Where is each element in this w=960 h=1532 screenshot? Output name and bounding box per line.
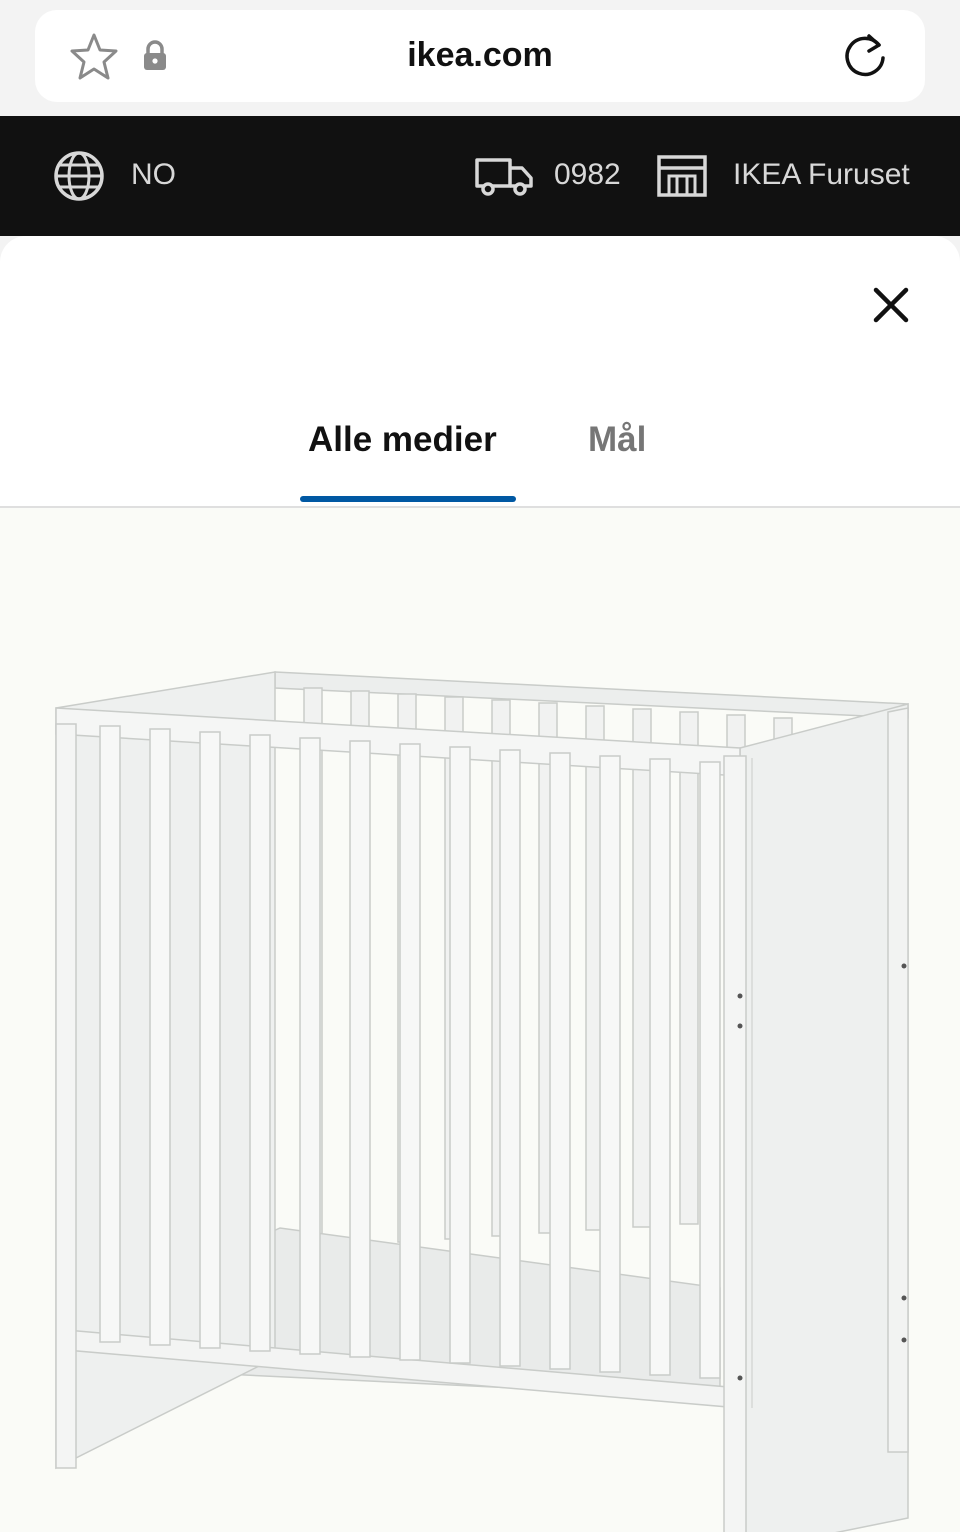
crib-front-slat [249,734,271,1352]
crib-front-slat [699,761,721,1379]
crib-back-slat [632,708,652,1228]
tab-all-media[interactable]: Alle medier [308,420,497,460]
crib-front-slat [449,746,471,1364]
language-selector[interactable]: NO [131,158,176,192]
crib-front-slat [399,743,421,1361]
crib-front-slat [499,749,521,1367]
store-header-bar: NO 0982 IKEA Furuset [0,116,960,236]
tab-dimensions[interactable]: Mål [588,420,646,460]
browser-address-bar: ikea.com [0,0,960,116]
url-field[interactable]: ikea.com [35,10,925,102]
active-tab-indicator [300,496,516,502]
media-modal: Alle medier Mål [0,236,960,1532]
crib-front-slat [199,731,221,1349]
store-selector[interactable]: IKEA Furuset [733,158,910,192]
crib-front-slat [99,725,121,1343]
globe-icon[interactable] [53,150,105,202]
truck-icon[interactable] [474,154,534,198]
product-image-crib [55,671,909,1532]
crib-front-slat [649,758,671,1376]
store-icon[interactable] [656,154,708,198]
delivery-postcode[interactable]: 0982 [554,158,621,192]
crib-front-slat [349,740,371,1358]
product-image-area [0,508,960,1532]
crib-front-slat [599,755,621,1373]
crib-front-slat [299,737,321,1355]
close-icon[interactable] [866,280,916,330]
crib-front-slat [149,728,171,1346]
crib-back-slat [679,711,699,1225]
crib-front-slat [549,752,571,1370]
media-tabs: Alle medier Mål [0,236,960,508]
reload-icon[interactable] [839,30,891,82]
url-text: ikea.com [407,36,553,74]
